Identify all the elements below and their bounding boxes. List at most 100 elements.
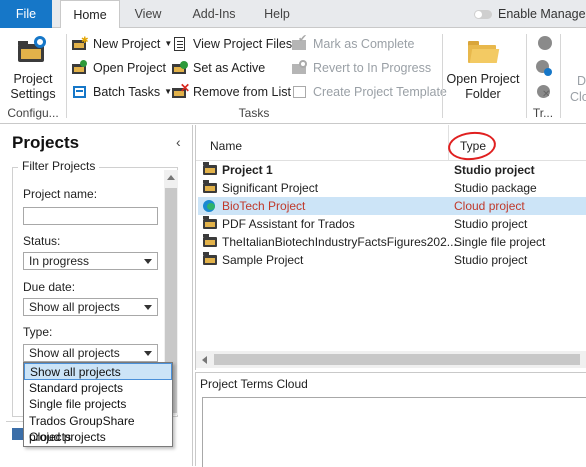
revert-to-in-progress-label: Revert to In Progress: [313, 61, 432, 75]
table-row[interactable]: Significant Project Studio package: [198, 179, 586, 197]
column-header-name[interactable]: Name: [210, 139, 242, 153]
view-project-files-label: View Project Files: [193, 37, 293, 51]
open-project-label: Open Project: [93, 61, 166, 75]
project-name-cell: Sample Project: [222, 253, 304, 267]
open-project-folder-label-2: Folder: [465, 87, 501, 101]
ribbon-separator: [560, 34, 561, 118]
annotation-circle: [446, 129, 498, 163]
type-option-standard[interactable]: Standard projects: [24, 380, 172, 397]
type-option-groupshare[interactable]: Trados GroupShare projects: [24, 413, 172, 445]
project-list-panel: Name Type Project 1 Studio project Signifi…: [195, 125, 586, 370]
type-select[interactable]: Show all projects: [23, 344, 158, 362]
project-settings-button[interactable]: Project Settings: [0, 72, 66, 102]
list-header: Name Type: [196, 125, 586, 163]
table-row[interactable]: BioTech Project Cloud project: [198, 197, 586, 215]
globe-icon[interactable]: [538, 36, 552, 50]
table-row[interactable]: Sample Project Studio project: [198, 251, 586, 269]
revert-to-in-progress-button[interactable]: Revert to In Progress: [292, 58, 431, 78]
batch-tasks-icon: [72, 84, 88, 100]
project-name-cell: Significant Project: [222, 181, 319, 195]
list-horizontal-scrollbar[interactable]: [196, 351, 586, 368]
open-project-icon: [72, 60, 88, 76]
new-project-button[interactable]: ✱ New Project ▼: [72, 34, 172, 54]
tab-view[interactable]: View: [124, 0, 172, 28]
project-type-cell: Single file project: [454, 235, 546, 249]
mark-as-complete-button[interactable]: ✔ Mark as Complete: [292, 34, 414, 54]
project-folder-icon: [203, 216, 217, 229]
open-project-folder-label-1: Open Project: [446, 72, 520, 86]
settings-icon[interactable]: ✕: [536, 84, 552, 100]
tab-add-ins[interactable]: Add-Ins: [180, 0, 248, 28]
tab-file[interactable]: File: [0, 0, 52, 28]
tab-home[interactable]: Home: [60, 0, 120, 29]
collapse-panel-icon[interactable]: ‹: [176, 134, 181, 150]
type-option-cloud[interactable]: Cloud projects: [24, 429, 172, 446]
template-icon: [292, 84, 308, 100]
enable-manager-toggle[interactable]: [474, 10, 492, 19]
tab-help[interactable]: Help: [254, 0, 300, 28]
project-folder-icon: [203, 180, 217, 193]
project-settings-icon: [16, 36, 48, 66]
project-settings-label-1: Project: [13, 72, 53, 86]
cloud-project-icon: [203, 200, 216, 212]
ribbon-separator: [526, 34, 527, 118]
cutoff-label-clo: Clo: [570, 90, 586, 104]
type-option-single-file[interactable]: Single file projects: [24, 396, 172, 413]
type-dropdown-list: Show all projects Standard projects Sing…: [23, 362, 173, 447]
create-project-template-label: Create Project Template: [313, 85, 447, 99]
project-folder-icon: [203, 162, 217, 175]
trados-group-label: Tr...: [532, 106, 554, 120]
ribbon-separator: [66, 34, 67, 118]
open-project-button[interactable]: Open Project: [72, 58, 166, 78]
remove-from-list-button[interactable]: ✕ Remove from List: [172, 82, 291, 102]
new-project-icon: ✱: [72, 36, 89, 52]
status-select[interactable]: In progress: [23, 252, 158, 270]
due-date-select-value: Show all projects: [29, 300, 120, 314]
batch-tasks-button[interactable]: Batch Tasks ▼: [72, 82, 172, 102]
panel-title: Projects: [12, 133, 80, 152]
horizontal-scrollbar-thumb[interactable]: [214, 354, 580, 365]
table-row[interactable]: TheItalianBiotechIndustryFactsFigures202…: [198, 233, 586, 251]
project-type-cell: Studio project: [454, 217, 528, 231]
project-rows: Project 1 Studio project Significant Proje…: [198, 161, 586, 351]
project-name-cell: BioTech Project: [222, 199, 306, 213]
set-as-active-label: Set as Active: [193, 61, 266, 75]
cutoff-label-d: D: [577, 74, 586, 88]
view-project-files-button[interactable]: View Project Files: [172, 34, 292, 54]
project-name-label: Project name:: [23, 187, 98, 201]
project-type-cell: Studio project: [454, 253, 528, 267]
type-select-value: Show all projects: [29, 346, 120, 360]
terms-cloud-area[interactable]: [202, 397, 586, 467]
configure-group-label: Configu...: [7, 106, 59, 120]
project-type-cell: Cloud project: [454, 199, 525, 213]
due-date-label: Due date:: [23, 280, 76, 294]
project-name-cell: TheItalianBiotechIndustryFactsFigures202…: [222, 235, 457, 249]
table-row[interactable]: Project 1 Studio project: [198, 161, 586, 179]
type-label: Type:: [23, 325, 53, 339]
batch-tasks-label: Batch Tasks: [93, 85, 161, 99]
status-select-value: In progress: [29, 254, 90, 268]
scroll-up-icon[interactable]: [167, 175, 175, 180]
new-project-label: New Project: [93, 37, 161, 51]
project-folder-icon: [203, 252, 217, 265]
scroll-left-icon[interactable]: [202, 356, 207, 364]
document-icon: [172, 36, 188, 52]
create-project-template-button[interactable]: Create Project Template: [292, 82, 447, 102]
ribbon: Project Settings Configu... ✱ New Projec…: [0, 28, 586, 124]
open-project-folder-button[interactable]: Open Project Folder: [442, 72, 524, 102]
cloud-user-icon[interactable]: [536, 60, 552, 76]
table-row[interactable]: PDF Assistant for Trados Studio project: [198, 215, 586, 233]
type-option-show-all[interactable]: Show all projects: [24, 363, 172, 380]
due-date-select[interactable]: Show all projects: [23, 298, 158, 316]
project-name-input[interactable]: [23, 207, 158, 225]
ribbon-tab-bar: File Home View Add-Ins Help Enable Manag…: [0, 0, 586, 29]
mark-as-complete-label: Mark as Complete: [313, 37, 415, 51]
chevron-down-icon: ▼: [164, 87, 173, 96]
remove-icon: ✕: [172, 82, 190, 100]
terms-cloud-title: Project Terms Cloud: [200, 377, 308, 391]
set-as-active-button[interactable]: Set as Active: [172, 58, 265, 78]
revert-icon: [292, 60, 308, 76]
status-label: Status:: [23, 234, 61, 248]
project-folder-icon: [203, 234, 217, 247]
tasks-group-label: Tasks: [238, 106, 270, 120]
